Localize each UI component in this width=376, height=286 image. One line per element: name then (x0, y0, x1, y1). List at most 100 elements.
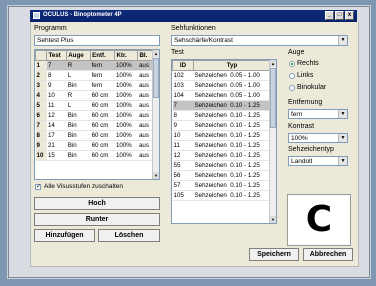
minimize-button[interactable]: _ (325, 11, 334, 20)
column-header[interactable] (35, 50, 48, 61)
delete-button[interactable]: Löschen (98, 229, 160, 242)
table-row[interactable]: 7 Sehzeichen 0.10 - 1.25 (172, 100, 271, 111)
auge-radio-binokular[interactable] (289, 85, 295, 91)
table-row[interactable]: 8 Sehzeichen 0.10 - 1.25 (172, 110, 271, 121)
table-cell: fern (90, 60, 115, 71)
column-header[interactable]: Typ (193, 60, 271, 71)
entfernung-select[interactable]: fern ▼ (288, 109, 348, 119)
table-row[interactable]: 9 Sehzeichen 0.10 - 1.25 (172, 120, 271, 131)
test-table: ID Typ 102 Sehzeichen 0.05 - 1.00 103 Sehze… (171, 59, 277, 224)
table-row[interactable]: 56 Sehzeichen 0.10 - 1.25 (172, 170, 271, 181)
auge-radio-links[interactable] (289, 73, 295, 79)
cancel-button[interactable]: Abbrechen (303, 248, 353, 261)
maximize-button[interactable]: □ (335, 11, 344, 20)
table-cell: 15 (46, 150, 67, 161)
program-table: Test Auge Entf. Ktr. Bl. 1 7 Rfern 100% aus 2… (34, 49, 160, 180)
kontrast-select[interactable]: 100% ▼ (288, 133, 348, 143)
table-cell: Bin (66, 150, 91, 161)
table-row[interactable]: 7 14 Bin 60 cm 100% aus (35, 120, 154, 131)
column-header[interactable]: Entf. (90, 50, 116, 61)
column-header[interactable]: ID (172, 60, 194, 71)
table-cell: Sehzeichen 0.05 - 1.00 (193, 80, 271, 91)
table-row[interactable]: 105 Sehzeichen 0.10 - 1.25 (172, 190, 271, 201)
table-row[interactable]: 9 21 Bin 60 cm 100% aus (35, 140, 154, 151)
chevron-down-icon[interactable]: ▼ (338, 134, 347, 142)
move-down-button[interactable]: Runter (34, 213, 160, 226)
table-cell: 4 (35, 90, 47, 101)
table-cell: Sehzeichen 0.10 - 1.25 (193, 190, 271, 201)
close-button[interactable]: x (345, 11, 354, 20)
table-cell: 9 (46, 80, 67, 91)
column-header[interactable]: Auge (66, 50, 92, 61)
table-cell: Sehzeichen 0.10 - 1.25 (193, 110, 271, 121)
table-row[interactable]: 6 12 Bin 60 cm 100% aus (35, 110, 154, 121)
table-cell: 100% (114, 60, 138, 71)
table-row[interactable]: 10 15 Bin 60 cm 100% aus (35, 150, 154, 161)
table-cell: Sehzeichen 0.10 - 1.25 (193, 140, 271, 151)
table-row[interactable]: 8 17 Bin 60 cm 100% aus (35, 130, 154, 141)
table-row[interactable]: 55 Sehzeichen 0.10 - 1.25 (172, 160, 271, 171)
scroll-thumb[interactable] (270, 68, 276, 128)
chevron-down-icon[interactable]: ▼ (338, 157, 347, 165)
table-row[interactable]: 12 Sehzeichen 0.10 - 1.25 (172, 150, 271, 161)
table-row[interactable]: 10 Sehzeichen 0.10 - 1.25 (172, 130, 271, 141)
chevron-down-icon[interactable]: ▼ (338, 36, 347, 45)
table-cell: 60 cm (90, 110, 115, 121)
table-row[interactable]: 102 Sehzeichen 0.05 - 1.00 (172, 70, 271, 81)
table-cell: Sehzeichen 0.05 - 1.00 (193, 90, 271, 101)
auge-label: Auge (288, 49, 305, 56)
table-row[interactable]: 1 7 Rfern 100% aus (35, 60, 154, 71)
scroll-thumb[interactable] (153, 58, 159, 98)
auge-option-label: Rechts (297, 60, 319, 67)
table-cell: Bin (66, 120, 91, 131)
table-row[interactable]: 5 11 L 60 cm 100% aus (35, 100, 154, 111)
program-table-scrollbar[interactable]: ▲ ▼ (152, 50, 159, 179)
scroll-up-icon[interactable]: ▲ (270, 60, 276, 67)
scroll-down-icon[interactable]: ▼ (270, 216, 276, 223)
sehfunktionen-value: Sehschärfe/Kontrast (174, 37, 233, 44)
table-cell: 100% (114, 90, 138, 101)
table-cell: 55 (172, 160, 194, 171)
table-cell: 60 cm (90, 90, 115, 101)
table-row[interactable]: 11 Sehzeichen 0.10 - 1.25 (172, 140, 271, 151)
table-cell: Bin (66, 140, 91, 151)
table-cell: Sehzeichen 0.10 - 1.25 (193, 120, 271, 131)
table-cell: 7 (172, 100, 194, 111)
table-cell: Sehzeichen 0.10 - 1.25 (193, 100, 271, 111)
add-button[interactable]: Hinzufügen (34, 229, 95, 242)
table-cell: 21 (46, 140, 67, 151)
table-cell: 100% (114, 130, 138, 141)
test-label: Test (171, 49, 184, 56)
table-cell: 2 (35, 70, 47, 81)
scroll-down-icon[interactable]: ▼ (153, 172, 159, 179)
table-cell: 100% (114, 80, 138, 91)
app-icon (33, 12, 40, 19)
title-bar: OCULUS - Binoptometer 4P _ □ x (30, 10, 357, 22)
table-row[interactable]: 4 10 R 60 cm 100% aus (35, 90, 154, 101)
scroll-up-icon[interactable]: ▲ (153, 50, 159, 57)
auge-radio-rechts[interactable] (289, 61, 295, 67)
program-input[interactable]: Sehtest Plus (34, 35, 160, 46)
table-row[interactable]: 3 9 Bin fern 100% aus (35, 80, 154, 91)
table-cell: 100% (114, 120, 138, 131)
table-row[interactable]: 104 Sehzeichen 0.05 - 1.00 (172, 90, 271, 101)
table-row[interactable]: 2 8 Lfern 100% aus (35, 70, 154, 81)
column-header[interactable]: Ktr. (114, 50, 139, 61)
table-cell: 7 (35, 120, 47, 131)
table-cell: 103 (172, 80, 194, 91)
table-cell: 8 (35, 130, 47, 141)
sehzeichentyp-select[interactable]: Landolt ▼ (288, 156, 348, 166)
table-cell: 11 (46, 100, 67, 111)
move-up-button[interactable]: Hoch (34, 197, 160, 210)
table-cell: 60 cm (90, 120, 115, 131)
table-row[interactable]: 103 Sehzeichen 0.05 - 1.00 (172, 80, 271, 91)
all-levels-checkbox[interactable]: ✓ (35, 184, 41, 190)
column-header[interactable]: Test (46, 50, 68, 61)
table-cell: 100% (114, 100, 138, 111)
table-cell: 6 (35, 110, 47, 121)
chevron-down-icon[interactable]: ▼ (338, 110, 347, 118)
sehfunktionen-select[interactable]: Sehschärfe/Kontrast ▼ (171, 35, 348, 46)
test-table-scrollbar[interactable]: ▲ ▼ (269, 60, 276, 223)
table-row[interactable]: 57 Sehzeichen 0.10 - 1.25 (172, 180, 271, 191)
save-button[interactable]: Speichern (249, 248, 299, 261)
